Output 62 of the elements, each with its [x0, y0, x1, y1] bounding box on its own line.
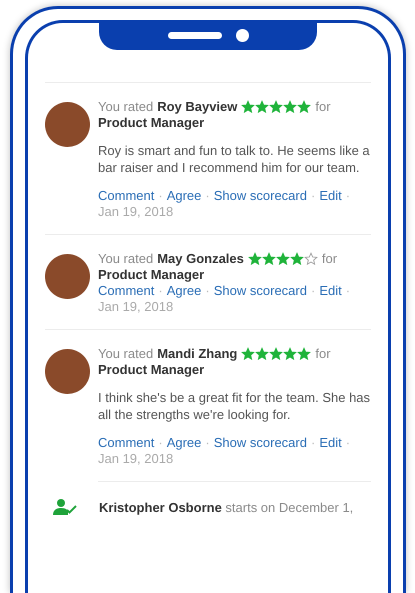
- filled-star-icon: [241, 100, 256, 114]
- avatar: [45, 349, 90, 394]
- separator-dot: ·: [310, 283, 316, 299]
- separator-dot: ·: [205, 283, 210, 299]
- filled-star-icon: [283, 100, 298, 114]
- rating-connector: for: [315, 346, 331, 362]
- person-check-icon: [53, 498, 77, 516]
- separator-dot: ·: [205, 435, 210, 451]
- action-link[interactable]: Comment: [98, 435, 154, 451]
- review-date: Jan 19, 2018: [98, 204, 174, 220]
- avatar: [45, 254, 90, 299]
- action-link[interactable]: Edit: [319, 283, 342, 299]
- camera-icon: [236, 28, 248, 42]
- separator-dot: ·: [346, 435, 350, 451]
- separator-dot: ·: [158, 188, 163, 204]
- filled-star-icon: [255, 100, 270, 114]
- rating-prefix: You rated: [98, 251, 154, 267]
- candidate-name: May Gonzales: [157, 251, 244, 267]
- job-title: Product Manager: [98, 267, 206, 283]
- start-date-notice: Kristopher Osborne starts on December 1,: [99, 500, 354, 514]
- filled-star-icon: [262, 252, 276, 266]
- separator-dot: ·: [158, 283, 163, 299]
- job-title: Product Manager: [98, 115, 206, 131]
- action-link[interactable]: Edit: [319, 188, 342, 204]
- review-comment: Roy is smart and fun to talk to. He seems like a bar raiser and I recommend him for our team.: [98, 143, 371, 176]
- candidate-name: Roy Bayview: [157, 99, 238, 115]
- rating-connector: for: [322, 251, 338, 267]
- job-title: Product Manager: [98, 362, 206, 378]
- filled-star-icon: [248, 252, 262, 266]
- filled-star-icon: [269, 100, 284, 114]
- action-link[interactable]: Comment: [98, 188, 154, 204]
- rating-connector: for: [315, 99, 331, 115]
- filled-star-icon: [255, 347, 270, 361]
- speaker-icon: [168, 32, 222, 38]
- separator-dot: ·: [310, 188, 316, 204]
- action-link[interactable]: Show scorecard: [214, 435, 307, 451]
- candidate-name: Mandi Zhang: [157, 346, 238, 362]
- separator-dot: ·: [158, 435, 163, 451]
- review-date: Jan 19, 2018: [98, 299, 174, 315]
- action-link[interactable]: Agree: [166, 435, 202, 451]
- action-link[interactable]: Agree: [166, 188, 202, 204]
- filled-star-icon: [241, 347, 256, 361]
- action-link[interactable]: Show scorecard: [214, 188, 307, 204]
- filled-star-icon: [283, 347, 298, 361]
- filled-star-icon: [290, 252, 304, 266]
- review-comment: I think she's be a great fit for the team. She has all the strengths we're looking for.: [98, 390, 371, 423]
- filled-star-icon: [297, 100, 312, 114]
- filled-star-icon: [269, 347, 284, 361]
- action-link[interactable]: Comment: [98, 283, 154, 299]
- separator-dot: ·: [205, 188, 210, 204]
- separator-dot: ·: [346, 283, 350, 299]
- review-date: Jan 19, 2018: [98, 451, 174, 467]
- action-link[interactable]: Edit: [319, 435, 342, 451]
- separator-dot: ·: [310, 435, 316, 451]
- avatar: [45, 102, 90, 147]
- filled-star-icon: [276, 252, 290, 266]
- separator-dot: ·: [346, 188, 350, 204]
- rating-prefix: You rated: [98, 346, 154, 362]
- rating-prefix: You rated: [98, 99, 154, 115]
- action-link[interactable]: Show scorecard: [214, 283, 307, 299]
- filled-star-icon: [297, 347, 312, 361]
- action-link[interactable]: Agree: [166, 283, 202, 299]
